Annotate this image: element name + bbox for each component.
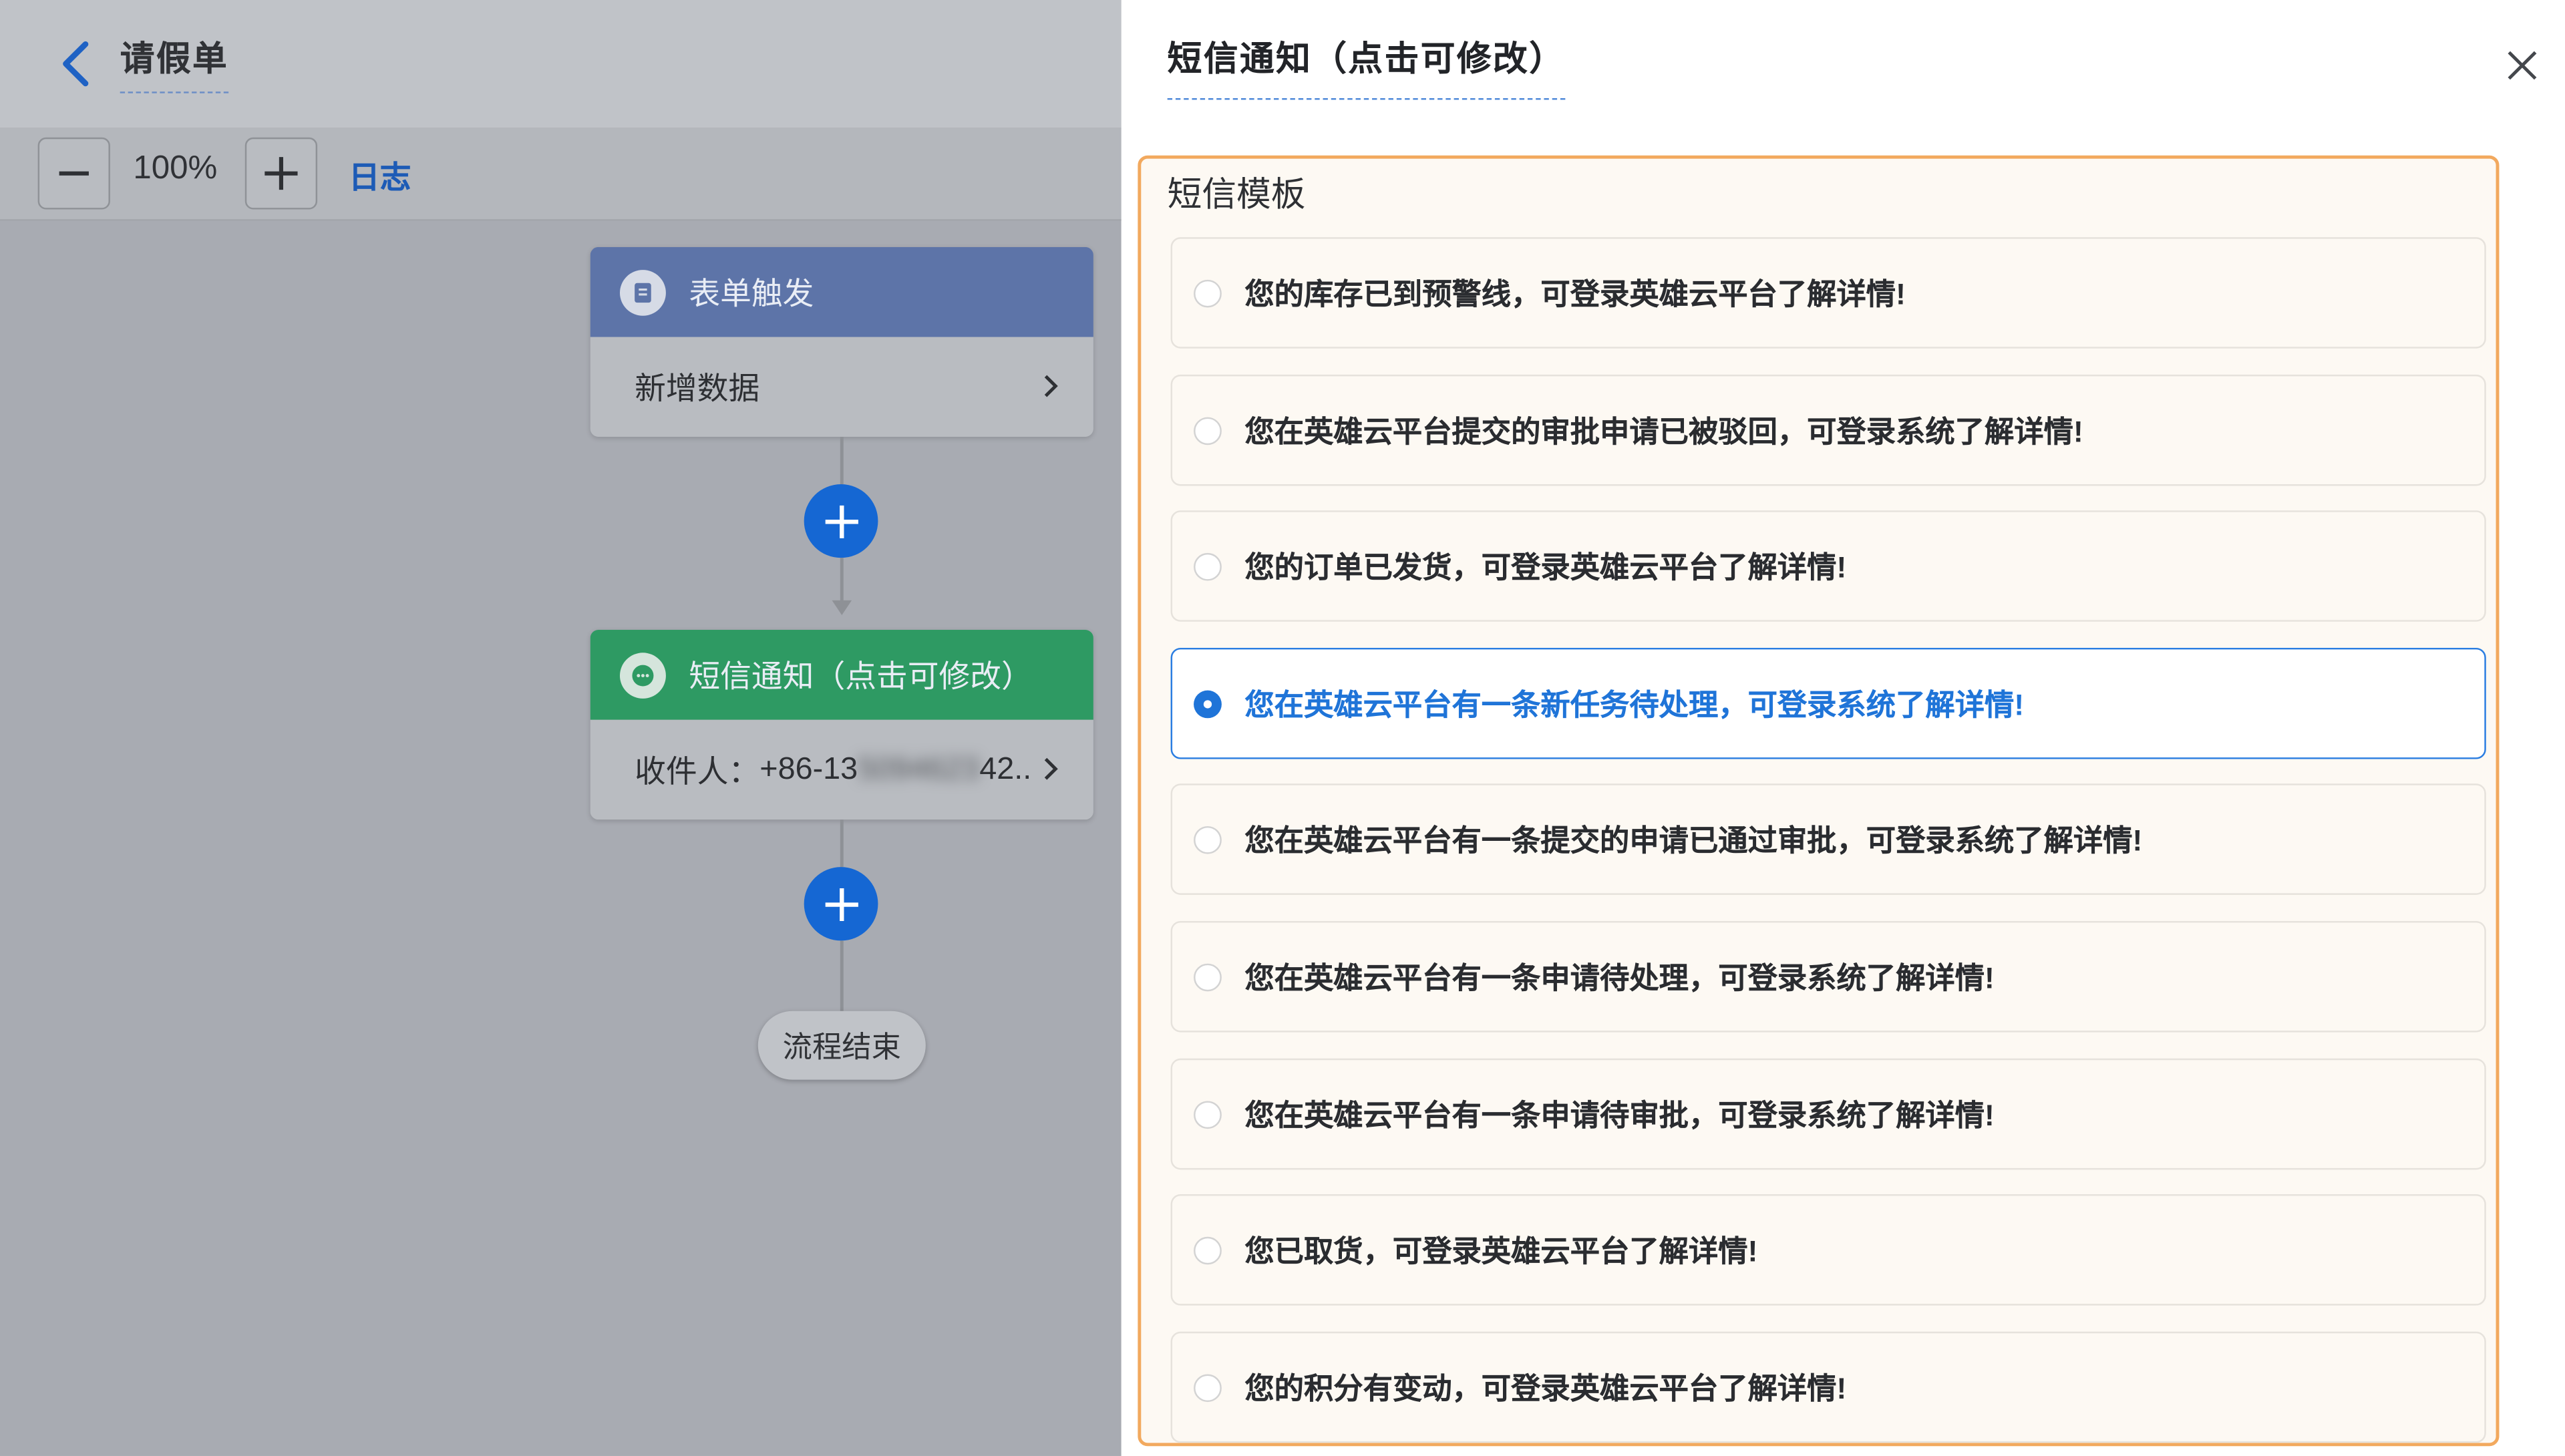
recipient-suffix: 42.. xyxy=(979,751,1032,786)
sms-settings-panel: 短信通知（点击可修改） 短信模板 您的库存已到预警线，可登录英雄云平台了解详情!… xyxy=(1121,0,2565,1456)
panel-title[interactable]: 短信通知（点击可修改） xyxy=(1167,33,1566,100)
template-option-text: 您的订单已发货，可登录英雄云平台了解详情! xyxy=(1244,551,1847,584)
sms-node-header: 短信通知（点击可修改） xyxy=(590,630,1093,720)
connector-line xyxy=(840,436,844,485)
zoom-in-button[interactable] xyxy=(244,137,318,210)
radio-button[interactable] xyxy=(1194,416,1222,445)
radio-button[interactable] xyxy=(1194,1373,1222,1401)
recipient-masked: 5094623 xyxy=(858,751,980,786)
zoom-level: 100% xyxy=(133,150,218,187)
form-title[interactable]: 请假单 xyxy=(120,33,229,94)
section-label: 短信模板 xyxy=(1167,176,1306,214)
back-arrow-icon[interactable] xyxy=(56,39,96,88)
canvas-toolbar: 100% 日志 xyxy=(0,128,1122,221)
template-option[interactable]: 您在英雄云平台有一条新任务待处理，可登录系统了解详情! xyxy=(1170,647,2486,759)
template-option-text: 您在英雄云平台有一条申请待审批，可登录系统了解详情! xyxy=(1244,1099,1995,1132)
workflow-canvas: 请假单 100% 日志 表单触发 新增数据 短信通知（点击可修改） 收件人： +… xyxy=(0,0,1122,1456)
template-option[interactable]: 您的订单已发货，可登录英雄云平台了解详情! xyxy=(1170,510,2486,622)
connector-line xyxy=(840,558,844,604)
sms-node-body[interactable]: 收件人： +86-13 5094623 42.. xyxy=(590,719,1093,820)
template-option-text: 您在英雄云平台有一条申请待处理，可登录系统了解详情! xyxy=(1244,962,1995,995)
plus-icon xyxy=(824,887,858,920)
trigger-node-event: 新增数据 xyxy=(635,373,760,407)
radio-button[interactable] xyxy=(1194,689,1222,718)
connector-line xyxy=(840,940,844,1013)
sms-node[interactable]: 短信通知（点击可修改） 收件人： +86-13 5094623 42.. xyxy=(590,630,1093,820)
chevron-right-icon xyxy=(1044,757,1058,780)
sms-node-title: 短信通知（点击可修改） xyxy=(689,661,1033,695)
zoom-out-button[interactable] xyxy=(37,137,110,210)
message-bubble-icon xyxy=(619,652,666,698)
template-option-text: 您在英雄云平台有一条提交的申请已通过审批，可登录系统了解详情! xyxy=(1244,824,2143,858)
template-option[interactable]: 您的积分有变动，可登录英雄云平台了解详情! xyxy=(1170,1331,2486,1443)
add-node-button[interactable] xyxy=(804,867,878,941)
trigger-node-body[interactable]: 新增数据 xyxy=(590,337,1093,437)
recipient-prefix: +86-13 xyxy=(759,751,858,786)
canvas-header: 请假单 xyxy=(0,0,1122,128)
radio-button[interactable] xyxy=(1194,1236,1222,1264)
form-doc-icon xyxy=(619,268,666,315)
template-option[interactable]: 您的库存已到预警线，可登录英雄云平台了解详情! xyxy=(1170,237,2486,349)
radio-button[interactable] xyxy=(1194,825,1222,854)
template-option-text: 您已取货，可登录英雄云平台了解详情! xyxy=(1244,1235,1758,1268)
plus-icon xyxy=(824,504,858,538)
trigger-node-title: 表单触发 xyxy=(689,278,814,313)
chevron-right-icon xyxy=(1044,375,1058,397)
app-window: 请假单 100% 日志 表单触发 新增数据 短信通知（点击可修改） 收件人： +… xyxy=(0,0,2565,1456)
sms-template-section: 短信模板 您的库存已到预警线，可登录英雄云平台了解详情! 您在英雄云平台提交的审… xyxy=(1138,155,2500,1447)
log-link[interactable]: 日志 xyxy=(349,154,411,198)
flow-end-node: 流程结束 xyxy=(757,1011,926,1080)
recipient-label: 收件人： xyxy=(635,755,760,791)
radio-button[interactable] xyxy=(1194,1100,1222,1128)
template-option-text: 您在英雄云平台有一条新任务待处理，可登录系统了解详情! xyxy=(1244,689,2025,722)
template-option-text: 您的积分有变动，可登录英雄云平台了解详情! xyxy=(1244,1373,1847,1406)
minus-icon xyxy=(59,171,89,176)
trigger-node-header: 表单触发 xyxy=(590,246,1093,337)
radio-button[interactable] xyxy=(1194,279,1222,307)
arrow-down-icon xyxy=(832,600,852,615)
radio-button[interactable] xyxy=(1194,552,1222,580)
radio-button[interactable] xyxy=(1194,962,1222,991)
template-option-text: 您在英雄云平台提交的审批申请已被驳回，可登录系统了解详情! xyxy=(1244,415,2083,449)
template-option-text: 您的库存已到预警线，可登录英雄云平台了解详情! xyxy=(1244,278,1906,311)
template-option[interactable]: 您在英雄云平台提交的审批申请已被驳回，可登录系统了解详情! xyxy=(1170,374,2486,486)
template-option[interactable]: 您在英雄云平台有一条申请待审批，可登录系统了解详情! xyxy=(1170,1058,2486,1170)
connector-line xyxy=(840,820,844,868)
plus-icon xyxy=(265,157,298,190)
template-option[interactable]: 您在英雄云平台有一条申请待处理，可登录系统了解详情! xyxy=(1170,921,2486,1033)
template-option[interactable]: 您已取货，可登录英雄云平台了解详情! xyxy=(1170,1194,2486,1306)
add-node-button[interactable] xyxy=(804,484,878,558)
template-option[interactable]: 您在英雄云平台有一条提交的申请已通过审批，可登录系统了解详情! xyxy=(1170,783,2486,895)
trigger-node[interactable]: 表单触发 新增数据 xyxy=(590,246,1093,437)
close-icon[interactable] xyxy=(2502,46,2542,85)
